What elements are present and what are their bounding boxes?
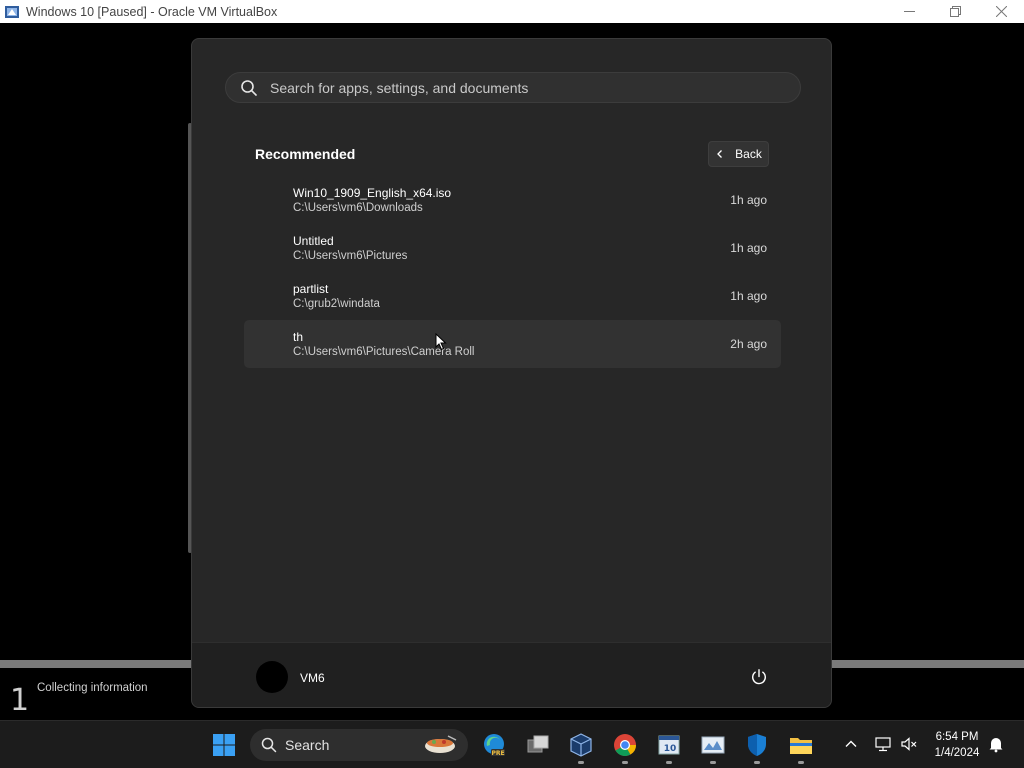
sticky-app-icon: 10 [658,735,680,755]
file-icon [258,188,282,212]
recommended-item-path: C:\Users\vm6\Downloads [293,202,423,214]
window-title: Windows 10 [Paused] - Oracle VM VirtualB… [26,4,278,19]
recommended-item-name: partlist [293,282,329,296]
setup-step-number: 1 [10,683,30,718]
minimize-button[interactable] [886,0,932,23]
photo-viewer-icon [701,736,725,754]
taskbar-task-view[interactable] [522,729,554,761]
taskbar-virtualbox[interactable] [565,729,597,764]
clock-date: 1/4/2024 [934,747,980,759]
taskbar-defender[interactable] [741,729,773,764]
taskbar-window-app[interactable]: 10 [653,729,685,764]
chevron-left-icon [717,150,723,158]
setup-step-label: Collecting information [37,682,148,694]
running-indicator [622,761,628,764]
running-indicator [578,761,584,764]
file-icon [258,236,282,260]
running-indicator [798,761,804,764]
recommended-item-time: 2h ago [730,337,767,351]
recommended-item[interactable]: partlist C:\grub2\windata 1h ago [244,272,781,320]
chrome-icon [614,734,636,756]
taskbar-chrome[interactable] [609,729,641,764]
taskbar-search-box[interactable]: Search [250,729,468,761]
recommended-item-hovered[interactable]: th C:\Users\vm6\Pictures\Camera Roll 2h … [244,320,781,368]
search-highlight-bowl-icon [425,735,457,753]
virtualbox-icon [570,733,592,757]
defender-shield-icon [748,734,766,756]
taskbar-search-label: Search [285,737,330,753]
taskbar-file-explorer[interactable] [785,729,817,764]
setup-progress-bar-right [832,660,1024,668]
file-icon [258,284,282,308]
recommended-item-name: th [293,330,304,344]
recommended-list: Win10_1909_English_x64.iso C:\Users\vm6\… [244,176,781,368]
running-indicator [710,761,716,764]
recommended-item-time: 1h ago [730,241,767,255]
file-explorer-icon [790,738,812,754]
power-icon [752,669,766,685]
taskbar: Search PRE 10 6:54 PM 1/4/2024 [0,720,1024,768]
recommended-item-time: 1h ago [730,289,767,303]
recommended-item[interactable]: Win10_1909_English_x64.iso C:\Users\vm6\… [244,176,781,224]
windows-start-icon [213,734,235,756]
running-indicator [666,761,672,764]
restore-button[interactable] [932,0,978,23]
svg-text:PRE: PRE [491,750,504,757]
taskbar-edge-preview[interactable]: PRE [478,729,510,761]
host-title-bar: Windows 10 [Paused] - Oracle VM VirtualB… [0,0,1024,23]
mouse-cursor-icon [435,333,447,351]
close-icon [995,6,1007,17]
recommended-item-time: 1h ago [730,193,767,207]
search-icon [241,79,257,96]
start-search-input[interactable] [270,79,770,96]
user-avatar[interactable] [256,661,288,693]
setup-progress-bar-left [0,660,192,668]
start-menu: Recommended Back Win10_1909_English_x64.… [191,38,832,708]
back-button-label: Back [735,147,762,161]
taskbar-photo-viewer[interactable] [697,729,729,764]
start-button[interactable] [208,729,240,761]
user-name[interactable]: VM6 [300,671,325,685]
recommended-item[interactable]: Untitled C:\Users\vm6\Pictures 1h ago [244,224,781,272]
edge-preview-icon: PRE [484,734,505,757]
notification-bell-icon[interactable] [987,735,1005,753]
virtualbox-app-icon [5,5,19,18]
power-button[interactable] [748,666,770,688]
start-search-box[interactable] [225,72,801,103]
clock-time: 6:54 PM [935,731,979,743]
recommended-item-name: Untitled [293,234,334,248]
file-icon [258,332,282,356]
close-button[interactable] [978,0,1024,23]
back-button[interactable]: Back [708,141,769,167]
taskbar-clock[interactable]: 6:54 PM 1/4/2024 [925,729,989,761]
chevron-up-icon[interactable] [843,736,859,752]
recommended-item-path: C:\Users\vm6\Pictures [293,250,408,262]
recommended-item-path: C:\grub2\windata [293,298,380,310]
search-icon [261,737,277,753]
running-indicator [754,761,760,764]
minimize-icon [903,11,915,12]
task-view-icon [527,735,549,753]
restore-icon [949,6,961,17]
svg-text:10: 10 [664,744,677,754]
recommended-heading: Recommended [255,146,356,162]
start-menu-footer: VM6 [192,642,831,707]
volume-muted-icon[interactable] [900,735,918,753]
recommended-item-name: Win10_1909_English_x64.iso [293,186,452,200]
network-icon[interactable] [874,735,892,753]
recommended-item-path: C:\Users\vm6\Pictures\Camera Roll [293,346,475,358]
